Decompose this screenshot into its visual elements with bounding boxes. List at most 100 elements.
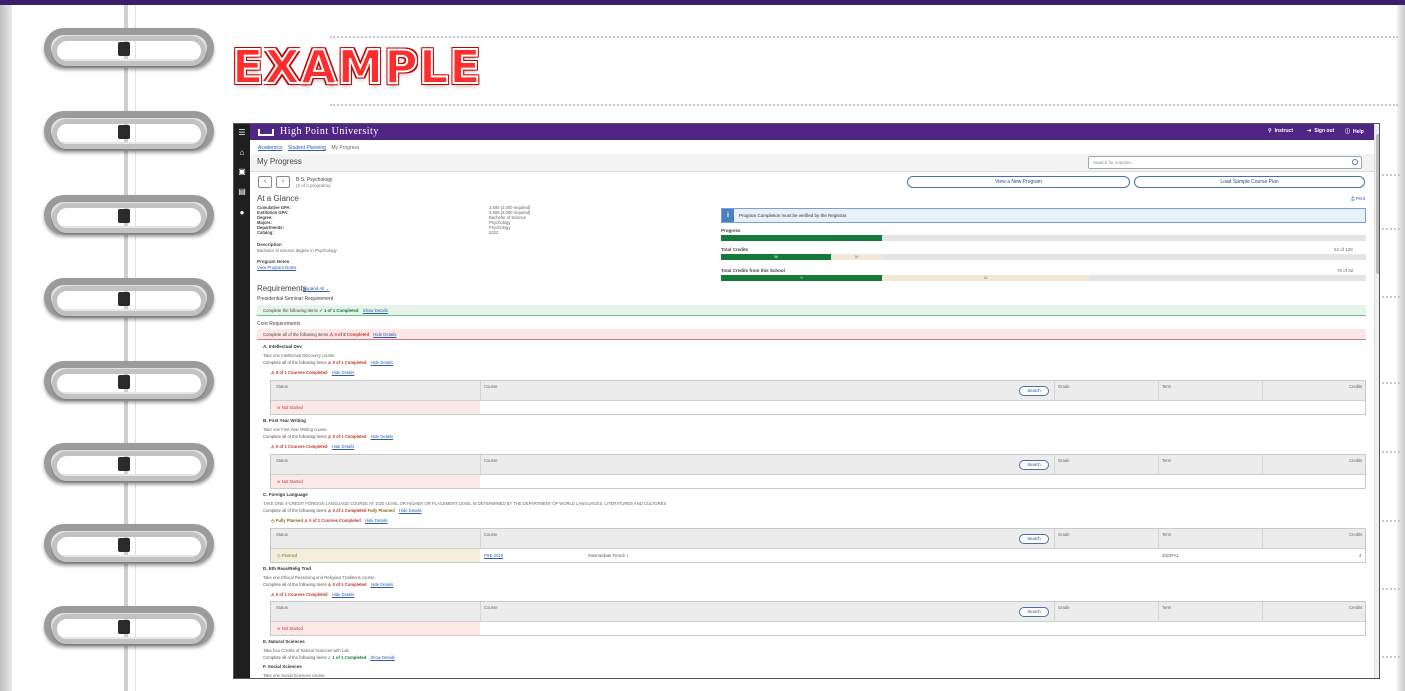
help-icon: ⓘ <box>1345 129 1351 135</box>
presidential-details-link[interactable]: Show Details <box>363 308 388 313</box>
instruct-button[interactable]: ⚲ Instruct <box>1268 128 1296 134</box>
course-search-button[interactable]: Search <box>1019 607 1049 617</box>
search-icon[interactable] <box>1352 159 1358 165</box>
breadcrumb: Academics Student Planning My Progress <box>258 145 359 151</box>
section-c-line: Complete all of the following items ⚠ 0 … <box>263 508 422 513</box>
table-row: ⊘ Not Started <box>271 475 1365 488</box>
section-a-title: A. Intellectual Dev <box>263 344 302 349</box>
total-credits-label: Total Credits <box>721 247 749 252</box>
binder-line <box>124 5 128 691</box>
section-f-desc: Take one Social Sciences course. <box>263 673 326 678</box>
app-window: ☰ ⌂ ▣ ▤ ● High Point University ⚲ Instruc… <box>233 123 1380 679</box>
sign-out-button[interactable]: ⇥ Sign out <box>1307 128 1337 134</box>
section-b-title: B. First Year Writing <box>263 418 306 423</box>
section-e-title: E. Natural Sciences <box>263 639 305 644</box>
section-b-line: Complete all of the following items ⚠ 0 … <box>263 434 394 439</box>
course-credits: 4 <box>1359 553 1362 558</box>
section-b-course-table: Status Course Search Grade Term Credits … <box>270 454 1366 489</box>
section-c-sub-hide-link[interactable]: Hide Details <box>365 518 388 523</box>
section-d-title: D. Eth Reas/Relig Trad <box>263 566 312 571</box>
progress-label: Progress <box>721 228 741 233</box>
table-header: Status Course Search Grade Term Credits <box>271 455 1365 475</box>
table-row: ◷ Planned FRE-2010 Intermediate French I… <box>271 549 1365 562</box>
menu-icon[interactable]: ☰ <box>237 128 247 138</box>
course-search-button[interactable]: Search <box>1019 460 1049 470</box>
next-program-button[interactable]: › <box>276 176 290 188</box>
binder-ring <box>44 443 214 491</box>
academics-icon[interactable]: ▤ <box>237 187 247 197</box>
section-d-sub-hide-link[interactable]: Hide Details <box>332 592 355 597</box>
dotted-line <box>1378 228 1400 230</box>
dotted-line <box>1378 656 1400 658</box>
course-link[interactable]: FRE-2010 <box>484 553 503 558</box>
print-link[interactable]: ⎙ Print <box>1351 196 1365 201</box>
course-search-button[interactable]: Search <box>1019 534 1049 544</box>
section-a-hide-link[interactable]: Hide Details <box>371 360 394 365</box>
app-header: High Point University ⚲ Instruct ⇥ Sign ou… <box>250 124 1379 140</box>
total-credits-count: 52 of 128 <box>1334 247 1353 252</box>
breadcrumb-academics[interactable]: Academics <box>258 145 282 151</box>
table-header: Status Course Search Grade Term Credits <box>271 381 1365 401</box>
section-b-hide-link[interactable]: Hide Details <box>371 434 394 439</box>
section-d-hide-link[interactable]: Hide Details <box>371 582 394 587</box>
section-e-show-link[interactable]: Show Details <box>370 655 394 660</box>
status-planned: ◷ Planned <box>271 549 480 562</box>
glance-labels: Cumulative GPA: Institution GPA: Degree:… <box>257 205 291 235</box>
dotted-line <box>330 104 1398 106</box>
example-watermark: EXAMPLE <box>231 39 482 95</box>
core-requirements-title: Core Requirements <box>257 321 301 327</box>
breadcrumb-current: My Progress <box>331 145 360 151</box>
school-credits-count: 76 of 32 <box>1337 268 1354 273</box>
total-credits-completed-fill: 36 <box>721 254 831 260</box>
section-b-sub-hide-link[interactable]: Hide Details <box>332 444 355 449</box>
section-a-subline: ⚠ 0 of 1 Courses Completed Hide Details <box>271 370 355 375</box>
breadcrumb-student-planning[interactable]: Student Planning <box>288 145 326 151</box>
section-b-desc: Take one First Year Writing course. <box>263 427 328 432</box>
at-a-glance-title: At a Glance <box>257 194 299 203</box>
instruct-icon: ⚲ <box>1268 128 1272 134</box>
view-new-program-button[interactable]: View a New Program <box>907 176 1130 188</box>
home-icon[interactable]: ⌂ <box>237 148 247 158</box>
university-name: High Point University <box>280 126 379 137</box>
progress-bar <box>721 235 1366 241</box>
help-button[interactable]: ⓘ Help <box>1345 128 1367 135</box>
expand-all-link[interactable]: Expand All ⌄ <box>303 286 329 292</box>
page-scrollbar[interactable] <box>1374 124 1379 678</box>
binder-ring <box>44 278 214 326</box>
section-c-hide-link[interactable]: Hide Details <box>399 508 422 513</box>
scrollbar-thumb[interactable] <box>1376 134 1379 274</box>
page-title: My Progress <box>257 157 302 166</box>
section-a-sub-hide-link[interactable]: Hide Details <box>332 370 355 375</box>
table-header: Status Course Search Grade Term Credits <box>271 602 1365 622</box>
program-notes-link[interactable]: View Program Notes <box>257 265 296 270</box>
table-row: ⊘ Not Started <box>271 622 1365 635</box>
sign-out-icon: ⇥ <box>1307 128 1312 134</box>
load-sample-plan-button[interactable]: Load Sample Course Plan <box>1134 176 1365 188</box>
university-logo-icon <box>258 129 274 136</box>
user-icon[interactable]: ● <box>237 208 247 218</box>
dotted-line <box>1378 451 1400 453</box>
calendar-icon[interactable]: ▣ <box>237 167 247 177</box>
course-search-button[interactable]: Search <box>1019 386 1049 396</box>
dotted-line <box>1378 520 1400 522</box>
school-credits-label: Total Credits from this School <box>721 268 785 273</box>
binder-ring <box>44 361 214 409</box>
course-search-input[interactable]: Search for courses... <box>1088 156 1362 169</box>
binder-ring <box>44 28 214 76</box>
total-credits-bar: 36 16 <box>721 254 1366 260</box>
binder-ring <box>44 111 214 159</box>
section-b-subline: ⚠ 0 of 1 Courses Completed Hide Details <box>271 444 355 449</box>
dotted-line <box>1378 382 1400 384</box>
core-details-link[interactable]: Hide Details <box>373 332 396 337</box>
top-strip <box>0 0 1405 5</box>
previous-program-button[interactable]: ‹ <box>258 176 272 188</box>
title-bar: My Progress Search for courses... <box>250 154 1374 172</box>
binder-line-thin <box>135 5 136 691</box>
page-edge-left <box>0 5 12 691</box>
dotted-line <box>1378 296 1400 298</box>
section-c-title: C. Foreign Language <box>263 492 308 497</box>
section-a-course-table: Status Course Search Grade Term Credits … <box>270 380 1366 415</box>
requirements-title: Requirements <box>257 284 307 293</box>
total-credits-planned-fill: 16 <box>830 254 883 260</box>
dotted-line <box>1378 174 1400 176</box>
